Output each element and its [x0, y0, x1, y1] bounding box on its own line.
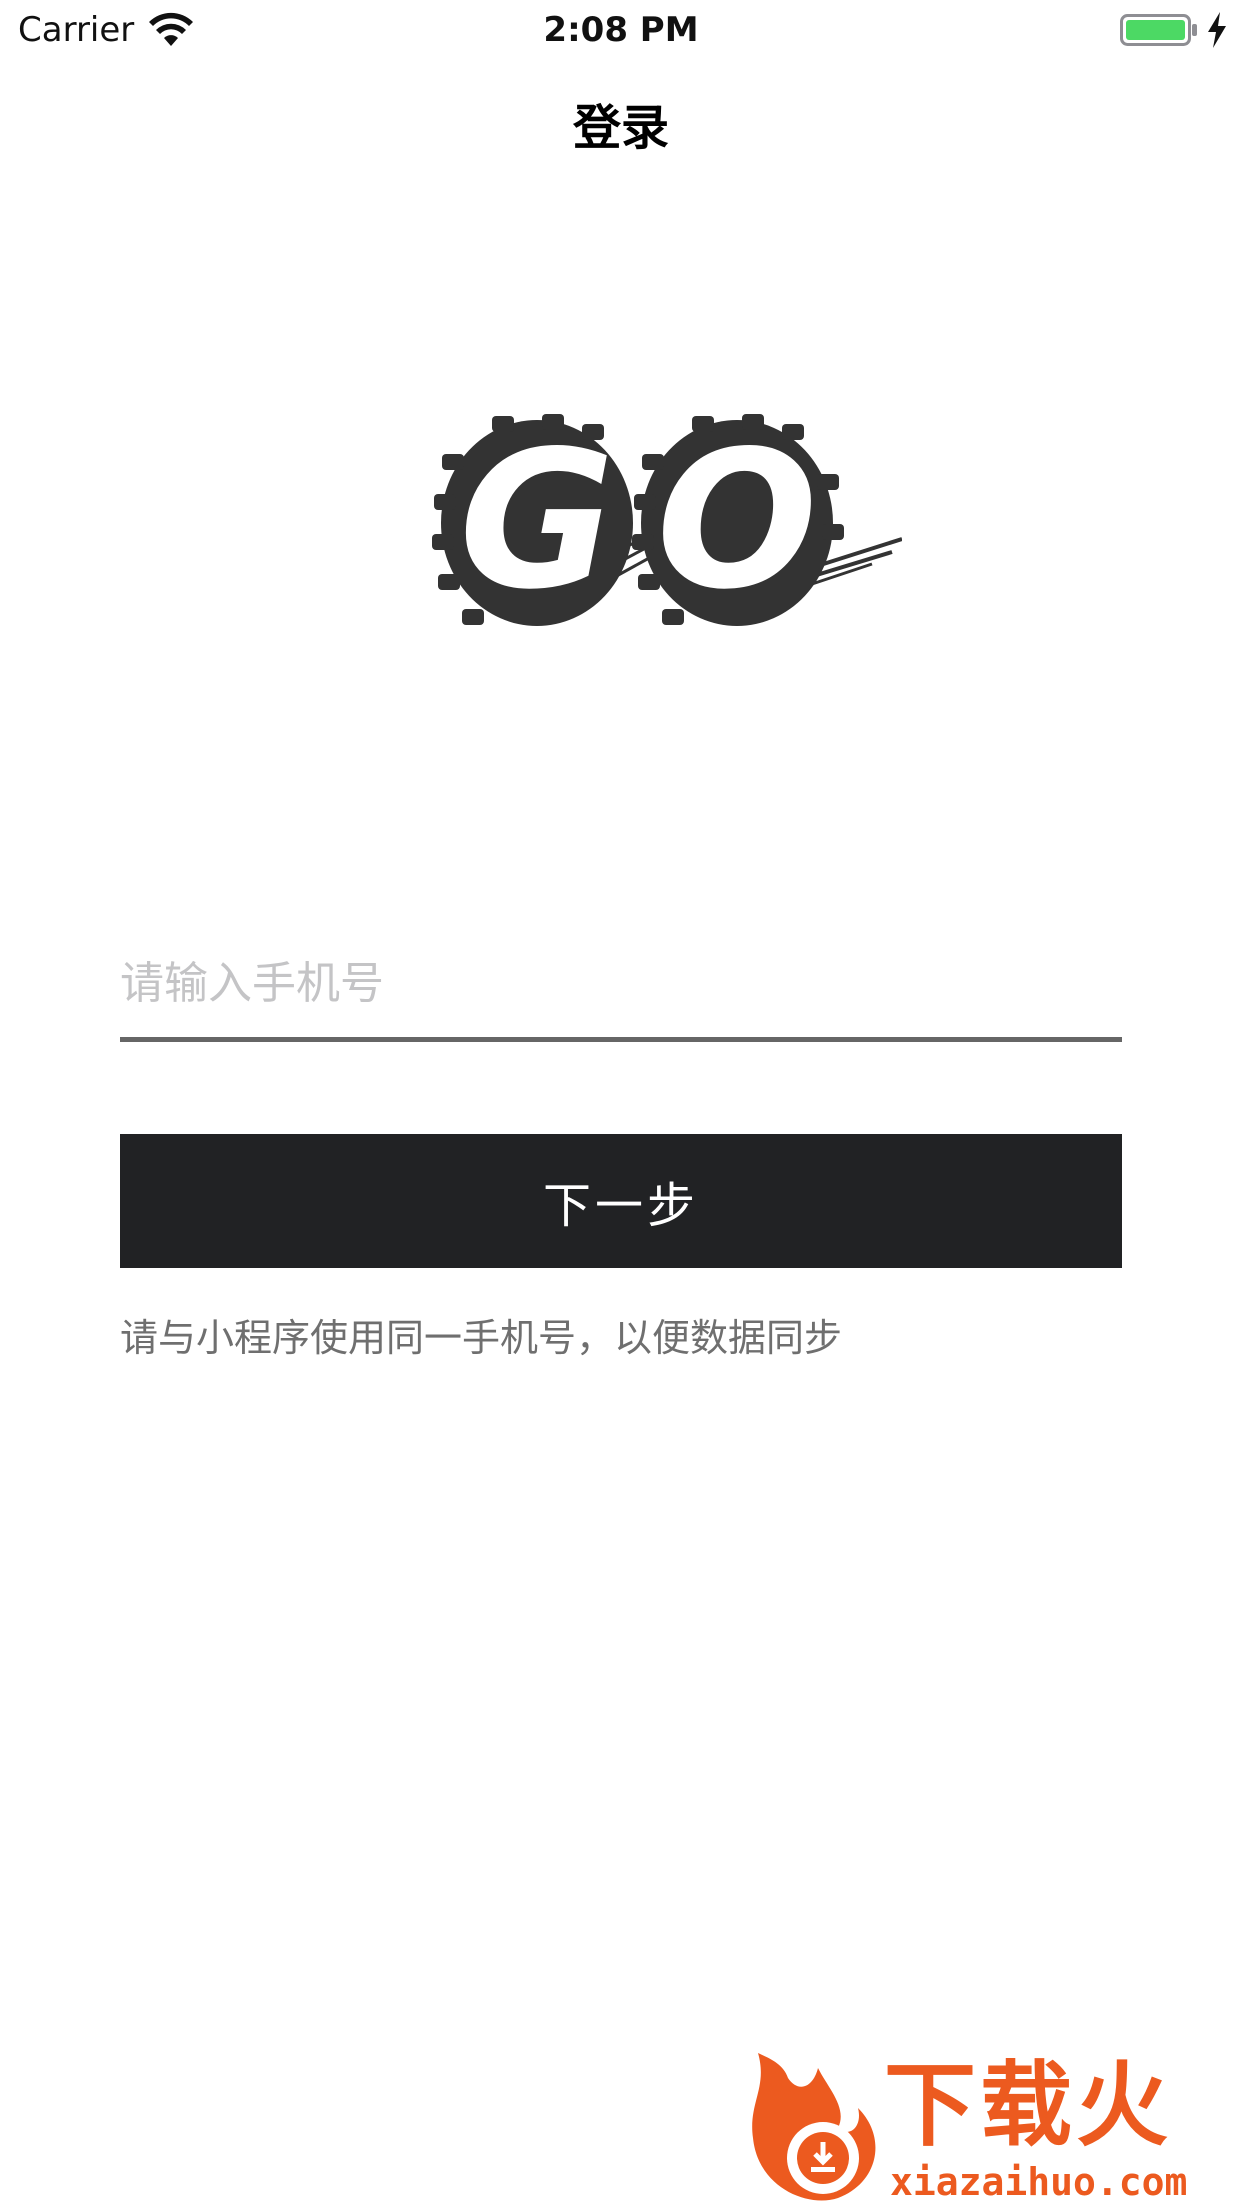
sync-hint-text: 请与小程序使用同一手机号，以便数据同步	[120, 1316, 843, 1360]
next-button[interactable]: 下一步	[120, 1134, 1122, 1268]
watermark-url: xiazaihuo.com	[890, 2160, 1188, 2204]
logo-letter-g: G	[459, 414, 615, 631]
page-title: 登录	[572, 100, 669, 156]
status-bar: Carrier 2:08 PM	[0, 0, 1242, 60]
charging-icon	[1208, 12, 1226, 48]
watermark-logo: 下载火 xiazaihuo.com	[738, 2048, 1238, 2208]
flame-download-icon	[752, 2053, 876, 2201]
go-logo: G O	[432, 414, 902, 631]
status-time: 2:08 PM	[543, 10, 699, 50]
battery-icon	[1120, 14, 1197, 46]
watermark-title: 下载火	[884, 2052, 1173, 2159]
logo-letter-o: O	[656, 414, 818, 631]
phone-input[interactable]	[120, 930, 1122, 1042]
